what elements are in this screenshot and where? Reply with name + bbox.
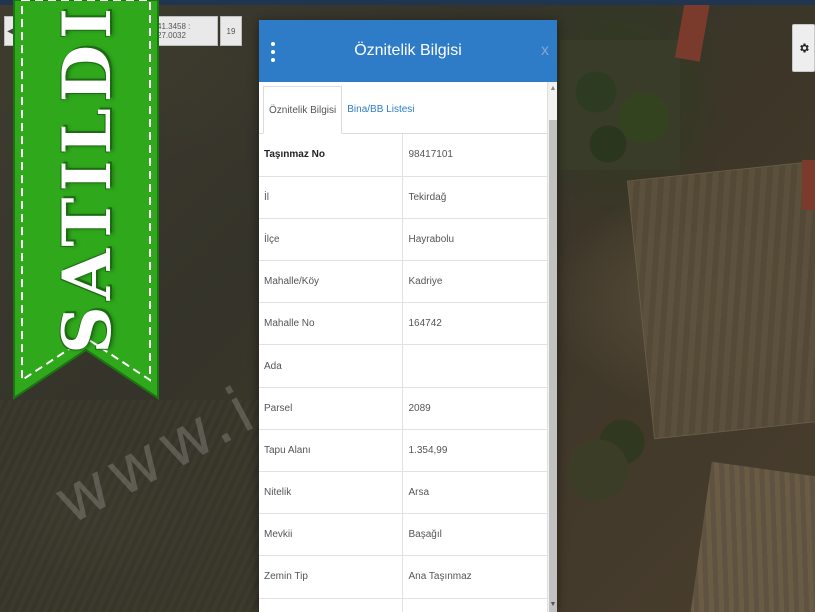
attribute-table: Taşınmaz No 98417101 İl Tekirdağ İlçe Ha…	[259, 134, 547, 612]
dialog-scrollbar[interactable]: ▲ ▼	[547, 82, 557, 612]
map-trees	[560, 40, 680, 170]
row-value: Arsa	[402, 471, 547, 515]
row-value	[402, 344, 547, 388]
row-key: Parsel	[259, 387, 403, 430]
table-row: Mevkii Başağıl	[259, 513, 547, 557]
map-field	[626, 160, 815, 440]
table-row: Taşınmaz No 98417101	[259, 134, 547, 177]
dialog-title: Öznitelik Bilgisi	[354, 42, 462, 59]
row-key: Ada	[259, 344, 403, 388]
map-trees	[550, 400, 670, 540]
row-key	[259, 598, 403, 612]
settings-button[interactable]	[792, 24, 815, 72]
row-value: Tekirdağ	[402, 176, 547, 219]
map-field	[0, 400, 260, 612]
table-row: Nitelik Arsa	[259, 471, 547, 515]
row-value: Kadriye	[402, 260, 547, 304]
row-key: Mahalle/Köy	[259, 260, 403, 304]
row-value	[402, 598, 547, 612]
table-row: Parsel 2089	[259, 387, 547, 430]
sold-label: SATILDI	[48, 2, 126, 354]
map-building	[674, 0, 711, 62]
table-row	[259, 598, 547, 612]
row-key: Taşınmaz No	[259, 134, 403, 177]
attribute-table-container: Taşınmaz No 98417101 İl Tekirdağ İlçe Ha…	[259, 134, 547, 612]
row-value: Başağıl	[402, 513, 547, 557]
table-row: Mahalle/Köy Kadriye	[259, 260, 547, 304]
scroll-down-icon[interactable]: ▼	[548, 600, 558, 610]
row-key: Zemin Tip	[259, 555, 403, 599]
row-key: İlçe	[259, 218, 403, 262]
tab-attribute-info[interactable]: Öznitelik Bilgisi	[263, 86, 343, 134]
row-key: Tapu Alanı	[259, 429, 403, 473]
row-value: 98417101	[402, 134, 547, 177]
row-key: Mevkii	[259, 513, 403, 557]
table-row: Ada	[259, 344, 547, 388]
gear-icon	[799, 43, 809, 53]
close-icon[interactable]: x	[541, 42, 549, 60]
tab-building-list[interactable]: Bina/BB Listesi	[342, 85, 419, 133]
table-row: Tapu Alanı 1.354,99	[259, 429, 547, 473]
row-value: Hayrabolu	[402, 218, 547, 262]
row-value: 164742	[402, 302, 547, 346]
row-key: Nitelik	[259, 471, 403, 515]
sold-ribbon: SATILDI	[0, 0, 170, 400]
zoom-level: 19	[220, 16, 242, 46]
row-key: Mahalle No	[259, 302, 403, 346]
row-value: 2089	[402, 387, 547, 430]
table-row: Zemin Tip Ana Taşınmaz	[259, 555, 547, 599]
vertical-dots-icon[interactable]	[269, 42, 277, 62]
attribute-info-dialog: Öznitelik Bilgisi x Öznitelik Bilgisi Bi…	[259, 20, 557, 612]
table-row: Mahalle No 164742	[259, 302, 547, 346]
row-value: 1.354,99	[402, 429, 547, 473]
table-row: İl Tekirdağ	[259, 176, 547, 219]
map-field	[689, 461, 815, 612]
scroll-thumb[interactable]	[549, 120, 557, 612]
row-key: İl	[259, 176, 403, 219]
table-row: İlçe Hayrabolu	[259, 218, 547, 262]
scroll-up-icon[interactable]: ▲	[548, 84, 558, 94]
map-building	[802, 160, 815, 210]
row-value: Ana Taşınmaz	[402, 555, 547, 599]
dialog-tabs: Öznitelik Bilgisi Bina/BB Listesi	[259, 82, 557, 134]
dialog-header: Öznitelik Bilgisi x	[259, 20, 557, 82]
